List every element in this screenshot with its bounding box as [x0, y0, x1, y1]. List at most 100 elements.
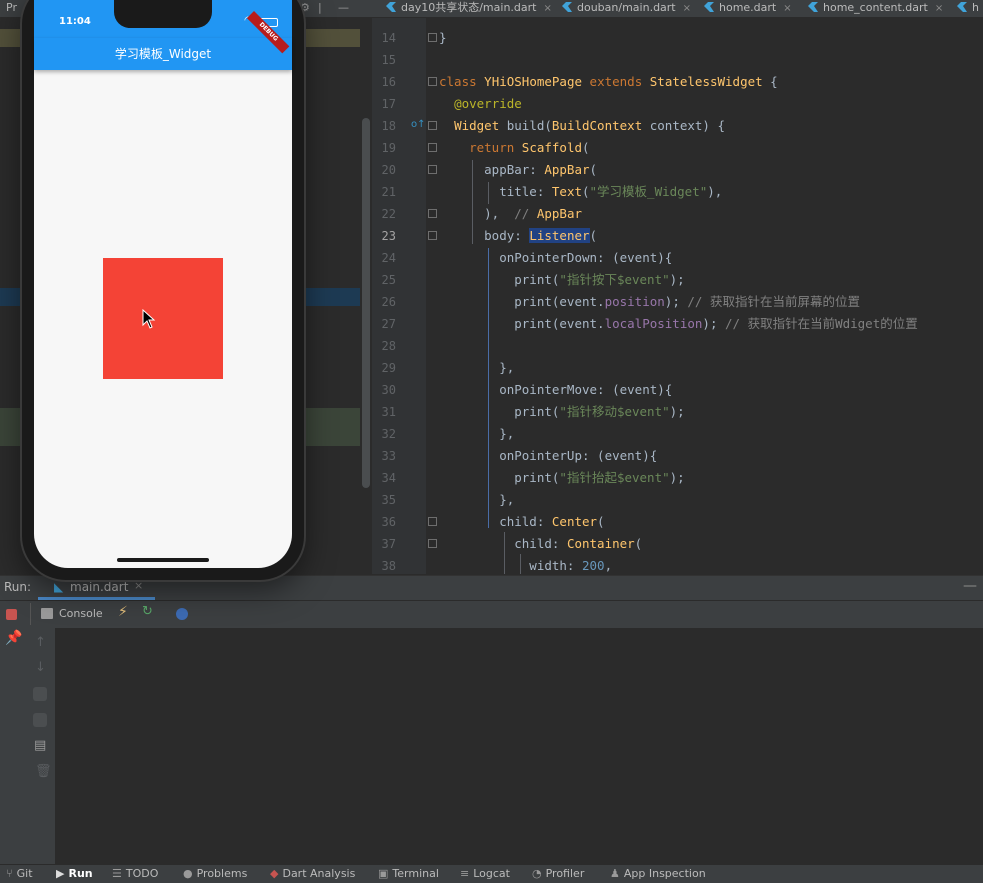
code-line[interactable]: return Scaffold( — [439, 137, 589, 159]
fold-icon[interactable] — [428, 33, 437, 42]
indent-guide — [488, 248, 489, 528]
minimize-icon[interactable]: — — [963, 578, 977, 594]
line-number: 15 — [381, 53, 396, 67]
status-time: 11:04 — [59, 16, 91, 27]
code-line[interactable]: }, — [439, 357, 514, 379]
override-marker-icon[interactable]: o↑ — [411, 119, 426, 130]
code-line[interactable]: print(event.localPosition); // 获取指针在当前Wd… — [439, 313, 917, 335]
fold-icon[interactable] — [428, 209, 437, 218]
run-config-tab[interactable]: main.dart — [70, 580, 128, 594]
code-line[interactable]: title: Text("学习模板_Widget"), — [439, 181, 722, 203]
code-line[interactable]: body: Listener( — [439, 225, 597, 247]
app-bar: 学习模板_Widget — [34, 38, 292, 70]
fold-icon[interactable] — [428, 539, 437, 548]
code-line[interactable]: child: Center( — [439, 511, 604, 533]
close-icon[interactable]: × — [935, 3, 943, 14]
bottom-run[interactable]: ▶ Run — [56, 865, 93, 883]
bottom-label: Terminal — [392, 867, 439, 880]
code-line[interactable]: @override — [439, 93, 522, 115]
minimize-icon[interactable]: — — [338, 0, 349, 17]
close-icon[interactable]: × — [783, 3, 791, 14]
scrollbar[interactable] — [362, 118, 370, 488]
tab-home-content[interactable]: home_content.dart × — [808, 0, 943, 17]
logcat-icon: ≡ — [460, 867, 470, 880]
tab-label: home.dart — [719, 1, 777, 14]
close-icon[interactable]: × — [683, 3, 691, 14]
code-line[interactable]: print("指针移动$event"); — [439, 401, 684, 423]
scroll-to-end-icon[interactable] — [33, 713, 47, 727]
code-line[interactable]: }, — [439, 489, 514, 511]
tab-douban-main[interactable]: douban/main.dart × — [562, 0, 691, 17]
terminal-icon: ▣ — [378, 867, 389, 880]
line-number: 26 — [381, 295, 396, 309]
bottom-problems[interactable]: ● Problems — [183, 865, 247, 883]
red-container[interactable] — [103, 258, 223, 379]
pin-icon[interactable]: 📌 — [5, 630, 22, 646]
line-number: 31 — [381, 405, 396, 419]
code-line[interactable]: print("指针按下$event"); — [439, 269, 684, 291]
print-icon[interactable]: ▤ — [34, 738, 46, 753]
bottom-label: Profiler — [545, 867, 585, 880]
bottom-label: Problems — [196, 867, 248, 880]
bottom-terminal[interactable]: ▣ Terminal — [378, 865, 439, 883]
fold-icon[interactable] — [428, 165, 437, 174]
code-line[interactable]: onPointerMove: (event){ — [439, 379, 672, 401]
arrow-up-icon[interactable]: ↑ — [35, 635, 46, 650]
code-line[interactable]: ), // AppBar — [439, 203, 582, 225]
close-icon[interactable]: × — [543, 3, 551, 14]
bottom-profiler[interactable]: ◔ Profiler — [532, 865, 584, 883]
indent-guide — [520, 554, 521, 574]
console-tab[interactable]: Console — [59, 607, 103, 620]
bottom-label: TODO — [125, 867, 159, 880]
arrow-down-icon[interactable]: ↓ — [35, 660, 46, 675]
bottom-todo[interactable]: ☰ TODO — [112, 865, 158, 883]
fold-icon[interactable] — [428, 77, 437, 86]
bottom-label: App Inspection — [623, 867, 706, 880]
stop-icon[interactable] — [6, 609, 17, 620]
bottom-label: Logcat — [473, 867, 510, 880]
line-number: 36 — [381, 515, 396, 529]
fold-icon[interactable] — [428, 517, 437, 526]
code-line[interactable]: child: Container( — [439, 533, 642, 555]
line-number: 21 — [381, 185, 396, 199]
bottom-app-inspection[interactable]: ♟ App Inspection — [610, 865, 706, 883]
line-number: 37 — [381, 537, 396, 551]
bottom-logcat[interactable]: ≡ Logcat — [460, 865, 510, 883]
trash-icon[interactable]: 🗑 — [35, 764, 52, 779]
tab-label: day10共享状态/main.dart — [401, 1, 537, 14]
code-line[interactable]: onPointerDown: (event){ — [439, 247, 672, 269]
fold-icon[interactable] — [428, 143, 437, 152]
devtools-icon[interactable] — [176, 608, 188, 620]
tab-overflow[interactable]: h — [957, 0, 979, 17]
code-line[interactable]: class YHiOSHomePage extends StatelessWid… — [439, 71, 778, 93]
inspection-icon: ♟ — [610, 867, 620, 880]
run-toolbar: Console ⚡ ↻ — [0, 600, 983, 629]
tool-window-bar: ⑂ Git ▶ Run ☰ TODO ● Problems ◆ Dart Analysis… — [0, 864, 983, 883]
soft-wrap-icon[interactable] — [33, 687, 47, 701]
code-line[interactable]: Widget build(BuildContext context) { — [439, 115, 725, 137]
code-line[interactable]: } — [439, 27, 447, 49]
indent-guide — [504, 532, 505, 574]
tab-home[interactable]: home.dart × — [704, 0, 792, 17]
code-line[interactable]: }, — [439, 423, 514, 445]
line-number: 25 — [381, 273, 396, 287]
console-output[interactable] — [55, 628, 983, 864]
tab-project[interactable]: Pr — [6, 0, 17, 17]
fold-icon[interactable] — [428, 121, 437, 130]
hot-reload-icon[interactable]: ⚡ — [118, 604, 128, 620]
line-number: 14 — [381, 31, 396, 45]
line-number: 29 — [381, 361, 396, 375]
bottom-git[interactable]: ⑂ Git — [6, 865, 33, 883]
hot-restart-icon[interactable]: ↻ — [142, 604, 153, 619]
code-line[interactable]: print("指针抬起$event"); — [439, 467, 684, 489]
bottom-dart-analysis[interactable]: ◆ Dart Analysis — [270, 865, 355, 883]
code-line[interactable]: onPointerUp: (event){ — [439, 445, 657, 467]
tab-day10-main[interactable]: day10共享状态/main.dart × — [386, 0, 552, 17]
mouse-cursor-icon — [142, 309, 156, 329]
code-line[interactable]: print(event.position); // 获取指针在当前屏幕的位置 — [439, 291, 860, 313]
fold-icon[interactable] — [428, 231, 437, 240]
code-line[interactable]: width: 200, — [439, 555, 612, 577]
code-line[interactable]: appBar: AppBar( — [439, 159, 597, 181]
line-number: 17 — [381, 97, 396, 111]
close-icon[interactable]: × — [134, 579, 143, 592]
